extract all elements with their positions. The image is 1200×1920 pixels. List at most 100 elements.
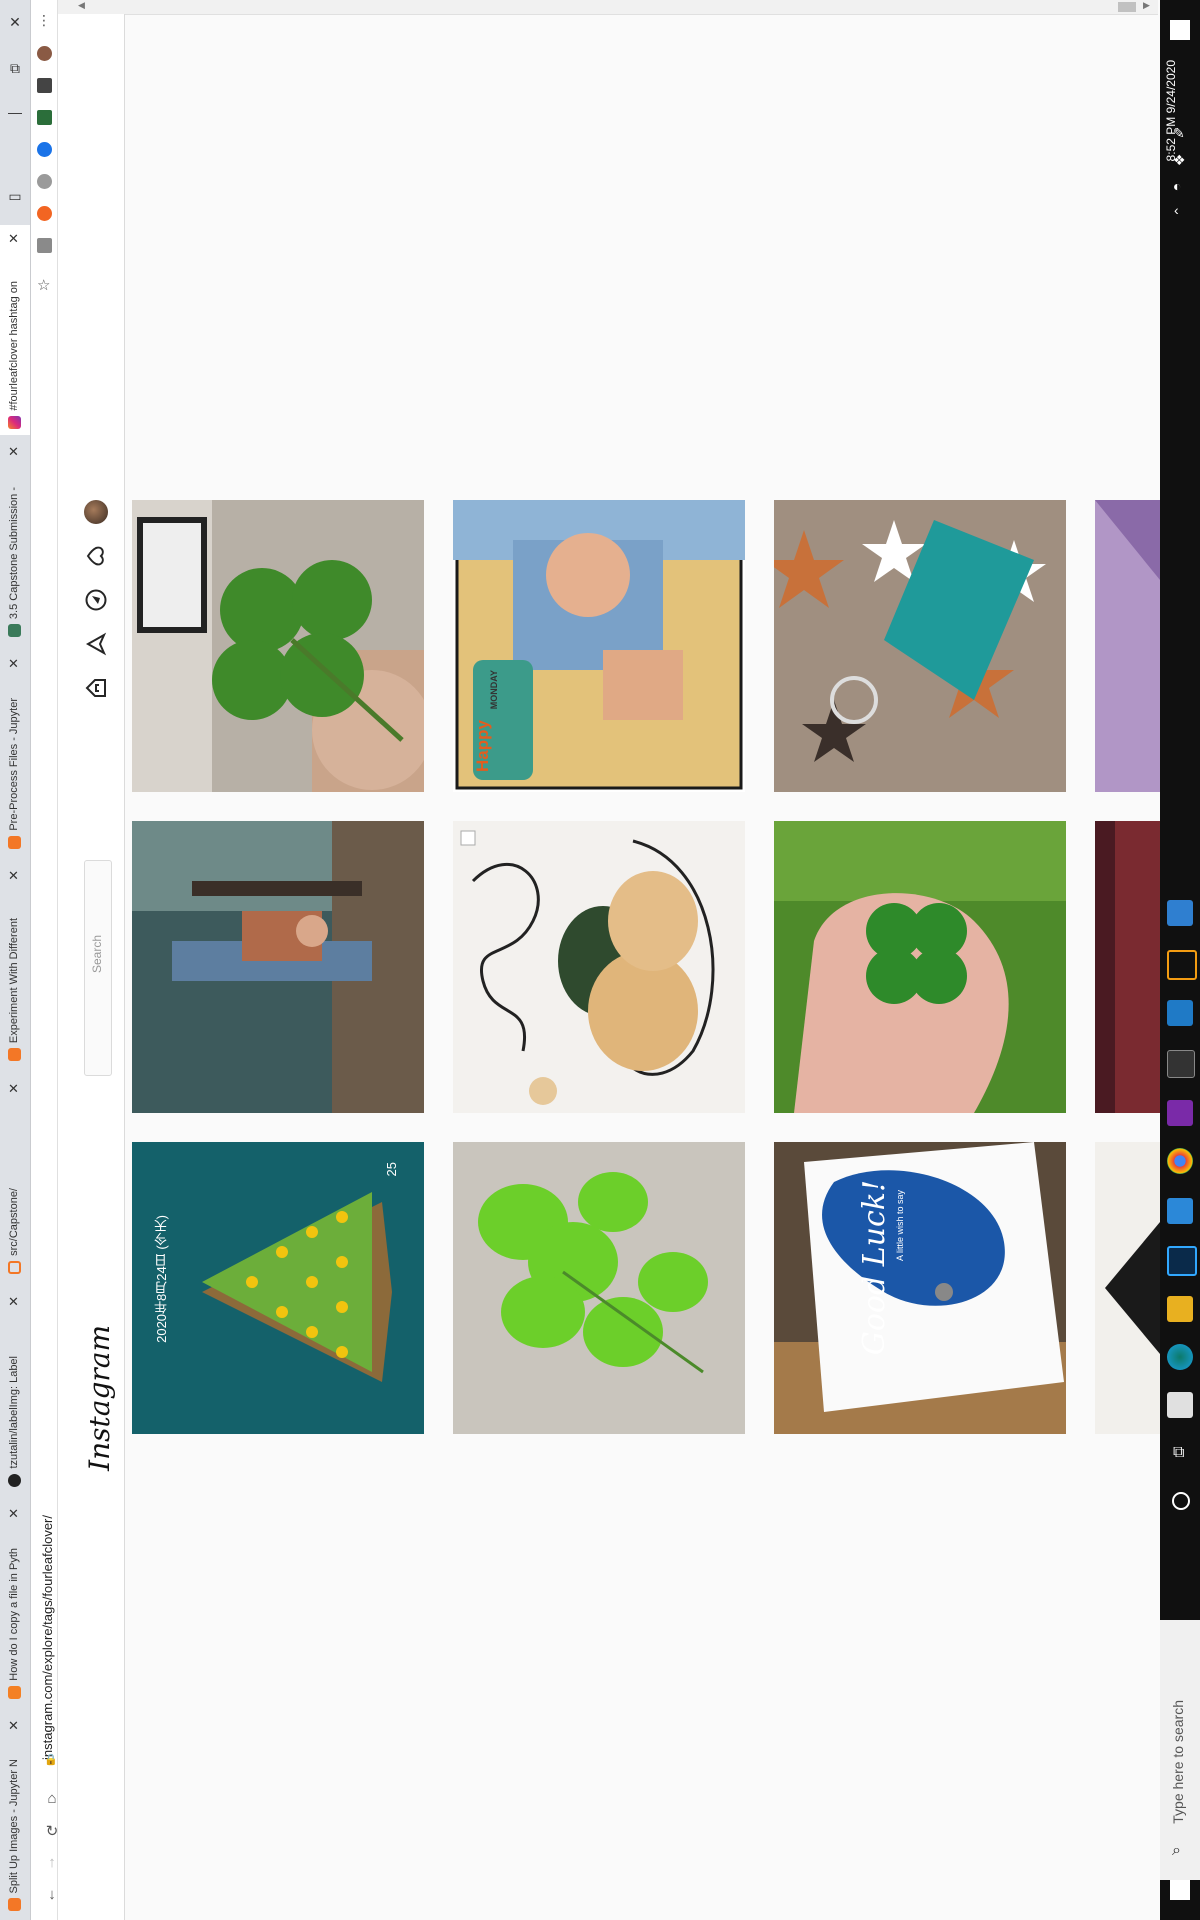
- dropbox-icon[interactable]: ❖: [1173, 152, 1186, 169]
- cortana-icon[interactable]: [1172, 1492, 1190, 1510]
- browser-tab-strip: ✕ ⧉ — ▭ ✕ #fourleafclover hashtag on ✕ 3…: [0, 0, 31, 1920]
- tab-src-capstone[interactable]: ✕ src/Capstone/: [0, 1075, 30, 1280]
- volume-icon[interactable]: ◐: [1173, 178, 1181, 194]
- scrollbar-thumb[interactable]: [1118, 2, 1136, 12]
- extension-icon[interactable]: [37, 206, 52, 221]
- show-hidden-icons[interactable]: ‹: [1174, 202, 1179, 218]
- post-tile[interactable]: [1095, 1142, 1160, 1434]
- scroll-left-arrow-icon[interactable]: ◀: [78, 0, 85, 11]
- taskbar-clock[interactable]: 8:52 PM 9/24/2020: [1164, 60, 1178, 161]
- post-image-resin-keychain: [774, 500, 1066, 792]
- post-image-pressed-clover-art: [453, 821, 745, 1113]
- extensions-puzzle-icon[interactable]: [37, 78, 52, 93]
- post-tile[interactable]: [1095, 821, 1160, 1113]
- close-tab-icon[interactable]: ✕: [8, 1718, 19, 1734]
- taskbar-app-icon[interactable]: [1167, 900, 1193, 926]
- minimize-window-icon[interactable]: —: [6, 104, 24, 120]
- search-placeholder: Search: [90, 935, 104, 974]
- github-favicon-icon: [8, 1474, 21, 1487]
- close-tab-icon[interactable]: ✕: [8, 1294, 19, 1310]
- post-image-good-luck-card: [774, 1142, 1066, 1434]
- edge-app-icon[interactable]: [1167, 1344, 1193, 1370]
- jupyter-favicon-icon: [8, 836, 21, 849]
- monday-text: MONDAY: [489, 670, 499, 710]
- bookmark-star-icon[interactable]: ☆: [37, 276, 50, 294]
- post-tile[interactable]: [453, 500, 745, 792]
- jupyter-favicon-icon: [8, 1261, 21, 1274]
- close-tab-icon[interactable]: ✕: [8, 1506, 19, 1522]
- post-tile[interactable]: [132, 821, 424, 1113]
- post-tile[interactable]: [132, 1142, 424, 1434]
- post-image-black-pattern: [1095, 1142, 1160, 1434]
- tab-title: src/Capstone/: [8, 1188, 20, 1256]
- close-window-icon[interactable]: ✕: [6, 14, 24, 31]
- address-bar[interactable]: instagram.com/explore/tags/fourleafclove…: [40, 1515, 55, 1760]
- post-image-purple: [1095, 500, 1160, 792]
- close-tab-icon[interactable]: ✕: [8, 1081, 19, 1097]
- chrome-app-icon[interactable]: [1167, 1148, 1193, 1174]
- tab-title: 3.5 Capstone Submission -: [8, 486, 20, 619]
- direct-message-icon[interactable]: [84, 632, 108, 656]
- file-explorer-app-icon[interactable]: [1167, 1296, 1193, 1322]
- tab-title: Pre-Process Files - Jupyter: [8, 698, 20, 831]
- post-image-green-leaves: [453, 1142, 745, 1434]
- post-tile[interactable]: [774, 821, 1066, 1113]
- site-favicon-icon: [8, 624, 21, 637]
- post-tile[interactable]: [453, 1142, 745, 1434]
- vscode-app-icon[interactable]: [1167, 1198, 1193, 1224]
- tab-layout-icon[interactable]: ▭: [6, 188, 24, 205]
- photoshop-app-icon[interactable]: [1167, 1246, 1197, 1276]
- post-tile[interactable]: [774, 500, 1066, 792]
- post-image-clover-game: [132, 1142, 424, 1434]
- extension-icon[interactable]: [37, 110, 52, 125]
- activity-heart-icon[interactable]: [84, 544, 108, 568]
- instagram-logo[interactable]: Instagram: [83, 1325, 116, 1471]
- terminal-app-icon[interactable]: [1167, 1050, 1195, 1078]
- close-tab-icon[interactable]: ✕: [8, 231, 19, 247]
- post-tile[interactable]: [1095, 500, 1160, 792]
- close-tab-icon[interactable]: ✕: [8, 868, 19, 884]
- horizontal-scrollbar[interactable]: ◀ ▶: [58, 0, 1158, 15]
- notification-icon[interactable]: [1170, 20, 1190, 40]
- tab-split-images[interactable]: ✕ Split Up Images - Jupyter N: [0, 1712, 30, 1917]
- profile-avatar[interactable]: [37, 46, 52, 61]
- tab-capstone-submission[interactable]: ✕ 3.5 Capstone Submission -: [0, 438, 30, 643]
- tab-title: Split Up Images - Jupyter N: [8, 1758, 20, 1894]
- tab-copy-file[interactable]: ✕ How do I copy a file in Pyth: [0, 1500, 30, 1705]
- happy-text: Happy: [473, 720, 492, 772]
- tab-experiment[interactable]: ✕ Experiment With Different: [0, 862, 30, 1067]
- post-tile[interactable]: [774, 1142, 1066, 1434]
- brackets-app-icon[interactable]: [1167, 950, 1197, 980]
- home-icon[interactable]: [84, 676, 108, 700]
- instagram-favicon-icon: [8, 416, 21, 429]
- taskbar-search-placeholder: Type here to search: [1170, 1700, 1186, 1824]
- card-sub-text: A little wish to say: [895, 1190, 905, 1262]
- stackoverflow-favicon-icon: [8, 1686, 21, 1699]
- explore-compass-icon[interactable]: [84, 588, 108, 612]
- extension-icon[interactable]: [37, 238, 52, 253]
- tab-preprocess-files[interactable]: ✕ Pre-Process Files - Jupyter: [0, 650, 30, 855]
- windows-start-icon[interactable]: [1170, 1880, 1190, 1900]
- extension-icon[interactable]: [37, 174, 52, 189]
- lock-icon[interactable]: 🔒: [44, 1753, 58, 1766]
- post-image-woman-portrait: [132, 821, 424, 1113]
- scroll-right-arrow-icon[interactable]: ▶: [1143, 0, 1150, 11]
- pen-icon[interactable]: ✎: [1173, 125, 1185, 142]
- jupyter-favicon-icon: [8, 1898, 21, 1911]
- store-app-icon[interactable]: [1167, 1392, 1193, 1418]
- onenote-app-icon[interactable]: [1167, 1100, 1193, 1126]
- menu-icon[interactable]: ⋮: [37, 12, 51, 29]
- tab-title: tzutalin/labelImg: Label: [8, 1356, 20, 1469]
- close-tab-icon[interactable]: ✕: [8, 656, 19, 672]
- tab-fourleafclover[interactable]: ✕ #fourleafclover hashtag on: [0, 225, 30, 435]
- close-tab-icon[interactable]: ✕: [8, 444, 19, 460]
- post-tile[interactable]: [453, 821, 745, 1113]
- post-tile[interactable]: [132, 500, 424, 792]
- extension-icon[interactable]: [37, 142, 52, 157]
- post-image-hand-clover-grass: [774, 821, 1066, 1113]
- tab-labelimg[interactable]: ✕ tzutalin/labelImg: Label: [0, 1288, 30, 1493]
- restore-window-icon[interactable]: ⧉: [6, 60, 24, 77]
- profile-avatar[interactable]: [84, 500, 108, 524]
- outlook-app-icon[interactable]: [1167, 1000, 1193, 1026]
- task-view-icon[interactable]: ⧉: [1173, 1444, 1184, 1462]
